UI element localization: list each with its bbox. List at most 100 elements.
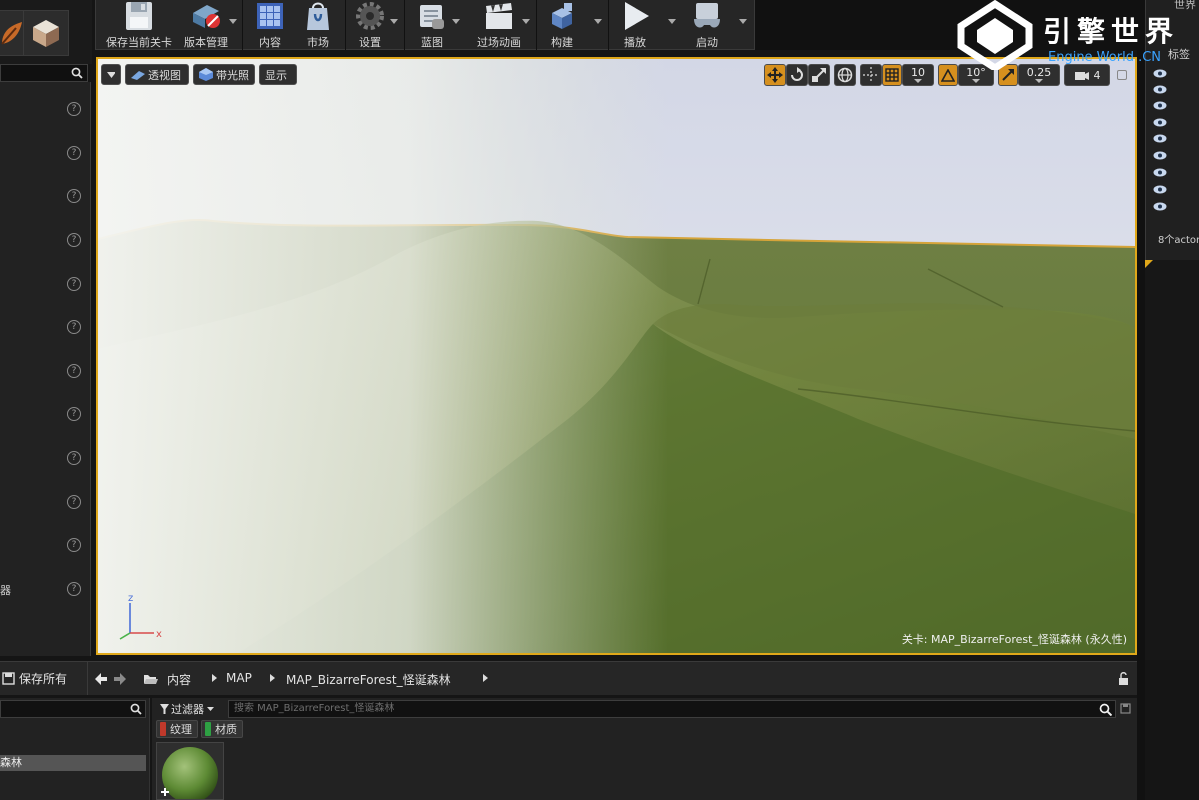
help-icon[interactable]: ? <box>67 582 81 596</box>
visibility-eye-icon[interactable] <box>1153 168 1167 177</box>
rotate-icon <box>791 67 803 81</box>
help-icon[interactable]: ? <box>67 495 81 509</box>
viewport-options-button[interactable] <box>101 64 121 85</box>
help-icon[interactable]: ? <box>67 277 81 291</box>
content-button[interactable]: 内容 <box>248 0 292 50</box>
play-dropdown-arrow[interactable] <box>668 19 676 24</box>
launch-button[interactable]: 启动 <box>680 0 734 50</box>
folder-item-selected[interactable]: 森林 <box>0 755 146 771</box>
perspective-button[interactable]: 透视图 <box>125 64 189 85</box>
breadcrumb-arrow[interactable] <box>483 674 488 682</box>
cinematics-dropdown-arrow[interactable] <box>522 19 530 24</box>
source-control-icon <box>193 5 220 28</box>
settings-label: 设置 <box>359 36 381 49</box>
material-sphere-thumbnail <box>161 747 218 800</box>
help-icon[interactable]: ? <box>67 538 81 552</box>
visibility-eye-icon[interactable] <box>1153 101 1167 110</box>
scale-tool-button[interactable] <box>808 64 830 86</box>
lock-icon[interactable] <box>1117 672 1130 686</box>
chevron-down-icon <box>972 79 980 83</box>
blueprints-dropdown-arrow[interactable] <box>452 19 460 24</box>
folder-search-input[interactable] <box>0 700 146 718</box>
save-search-icon[interactable] <box>1120 703 1131 714</box>
filter-funnel-icon <box>160 704 169 714</box>
help-icon[interactable]: ? <box>67 407 81 421</box>
launch-dropdown-arrow[interactable] <box>739 19 747 24</box>
content-grid-icon <box>257 3 283 29</box>
help-icon[interactable]: ? <box>67 189 81 203</box>
show-button[interactable]: 显示 <box>259 64 297 85</box>
filter-chip-material[interactable]: 材质 <box>201 720 243 738</box>
breadcrumb-map[interactable]: MAP <box>226 671 252 685</box>
filters-button[interactable]: 过滤器 <box>156 700 224 718</box>
breadcrumb-content[interactable]: 内容 <box>167 671 191 688</box>
visibility-eye-icon[interactable] <box>1153 185 1167 194</box>
help-icon[interactable]: ? <box>67 146 81 160</box>
grid-snap-toggle[interactable] <box>882 64 902 86</box>
build-label: 构建 <box>551 36 573 49</box>
visibility-eye-icon[interactable] <box>1153 69 1167 78</box>
filters-label: 过滤器 <box>171 703 204 716</box>
chevron-down-icon <box>914 79 922 83</box>
breadcrumb-map-folder[interactable]: MAP_BizarreForest_怪诞森林 <box>286 671 451 688</box>
source-control-dropdown-arrow[interactable] <box>229 19 237 24</box>
help-icon[interactable]: ? <box>67 233 81 247</box>
visibility-eye-icon[interactable] <box>1153 202 1167 211</box>
modes-search-input[interactable] <box>0 64 88 82</box>
surface-snap-toggle[interactable] <box>860 64 882 86</box>
floppy-disk-icon <box>2 672 15 685</box>
search-icon[interactable] <box>1099 703 1112 716</box>
visibility-eye-icon[interactable] <box>1153 134 1167 143</box>
watermark-logo: 引擎世界 Engine World .CN <box>955 0 1190 73</box>
perspective-label: 透视图 <box>148 68 181 82</box>
blueprints-label: 蓝图 <box>421 36 443 49</box>
build-button[interactable]: 构建 <box>540 0 584 50</box>
mode-tools-area <box>0 0 92 82</box>
build-dropdown-arrow[interactable] <box>594 19 602 24</box>
visibility-eye-icon[interactable] <box>1153 118 1167 127</box>
breadcrumb-arrow[interactable] <box>212 674 217 682</box>
level-viewport[interactable]: 透视图 带光照 显示 10 10° 0.25 4 z x 关卡: MAP_Biz… <box>96 57 1137 655</box>
filter-color-swatch <box>205 722 211 736</box>
cinematics-button[interactable]: 过场动画 <box>466 0 532 50</box>
help-icon[interactable]: ? <box>67 451 81 465</box>
play-button[interactable]: 播放 <box>612 0 658 50</box>
camera-speed-icon <box>1074 72 1089 80</box>
world-local-toggle[interactable] <box>834 64 856 86</box>
surface-snap-icon <box>863 67 879 83</box>
save-level-button[interactable]: 保存当前关卡 <box>101 0 177 50</box>
help-icon[interactable]: ? <box>67 102 81 116</box>
translate-tool-button[interactable] <box>764 64 786 86</box>
maximize-viewport-icon[interactable] <box>1117 70 1127 80</box>
engine-world-logo-icon <box>957 0 1033 73</box>
globe-icon <box>837 67 853 83</box>
blueprints-button[interactable]: 蓝图 <box>408 0 456 50</box>
play-icon <box>625 2 649 30</box>
geometry-mode-tool[interactable] <box>23 10 69 56</box>
settings-dropdown-arrow[interactable] <box>390 19 398 24</box>
details-row: ? <box>0 404 90 424</box>
scale-snap-icon <box>1002 69 1014 81</box>
lit-mode-button[interactable]: 带光照 <box>193 64 255 85</box>
filter-chip-texture[interactable]: 纹理 <box>156 720 198 738</box>
asset-thumbnail-tile[interactable] <box>156 742 224 800</box>
visibility-eye-icon[interactable] <box>1153 151 1167 160</box>
breadcrumb-arrow[interactable] <box>270 674 275 682</box>
forward-arrow-icon[interactable] <box>114 673 126 685</box>
main-toolbar: 保存当前关卡 版本管理 内容 市场 设置 蓝图 过场动画 构建 播放 启动 <box>95 0 755 50</box>
rotate-tool-button[interactable] <box>786 64 808 86</box>
visibility-eye-icon[interactable] <box>1153 85 1167 94</box>
scale-icon <box>812 68 826 82</box>
marketplace-button[interactable]: 市场 <box>296 0 340 50</box>
back-arrow-icon[interactable] <box>95 673 107 685</box>
search-icon <box>130 703 142 715</box>
source-control-button[interactable]: 版本管理 <box>178 0 234 50</box>
help-icon[interactable]: ? <box>67 320 81 334</box>
terrain-scene <box>98 59 1135 653</box>
logo-subtitle: Engine World .CN <box>1048 50 1162 65</box>
settings-button[interactable]: 设置 <box>348 0 392 50</box>
grid-size-dropdown[interactable]: 10 <box>902 64 934 86</box>
asset-search-input[interactable]: 搜索 MAP_BizarreForest_怪诞森林 <box>228 700 1116 718</box>
save-all-button[interactable]: 保存所有 <box>0 662 88 695</box>
help-icon[interactable]: ? <box>67 364 81 378</box>
